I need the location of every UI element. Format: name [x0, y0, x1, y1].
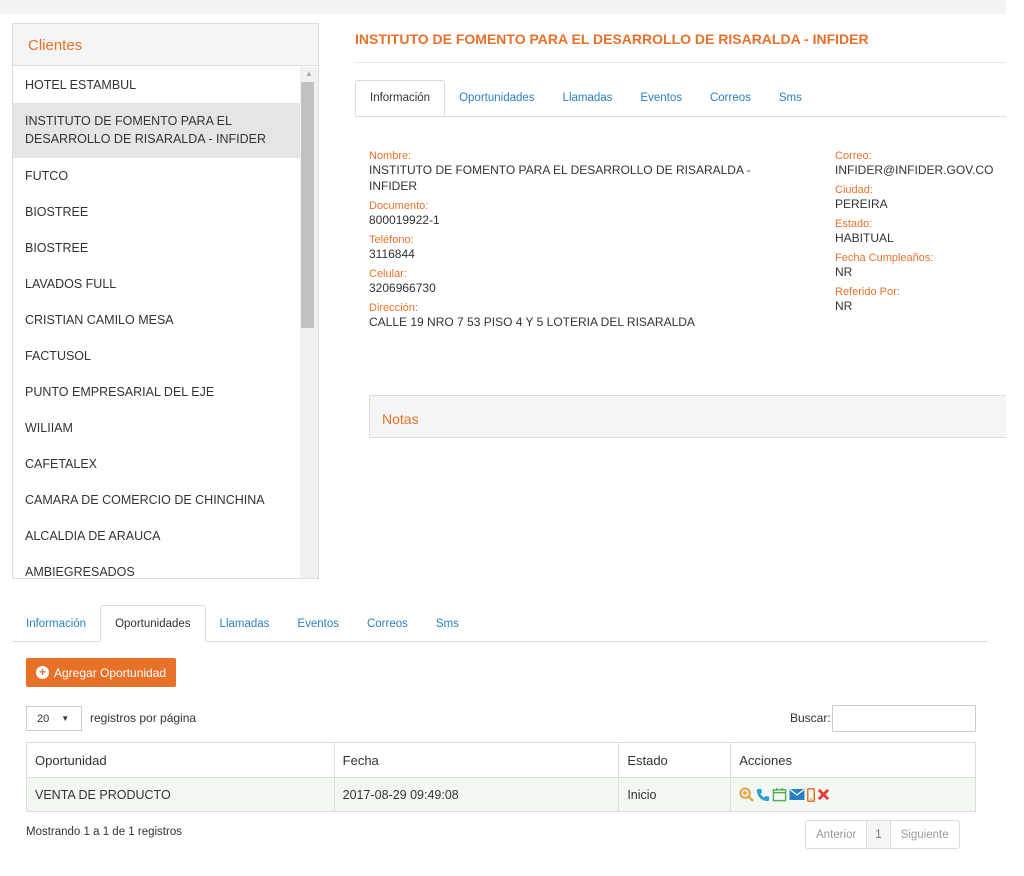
tab-informacion[interactable]: Información	[355, 80, 446, 116]
search-input[interactable]	[832, 705, 976, 732]
ciudad-value: PEREIRA	[835, 197, 888, 211]
telefono-value: 3116844	[369, 247, 415, 261]
estado-cell: Inicio	[618, 777, 732, 812]
client-item[interactable]: AMBIEGRESADOS	[13, 554, 300, 579]
telefono-label: Teléfono:	[369, 234, 414, 246]
nombre-label: Nombre:	[369, 150, 412, 162]
plus-circle-icon: +	[36, 666, 49, 679]
client-item[interactable]: HOTEL ESTAMBUL	[13, 67, 300, 103]
opportunity-tabs: Información Oportunidades Llamadas Event…	[12, 605, 988, 642]
envelope-icon[interactable]	[789, 788, 805, 801]
divider	[355, 62, 1006, 63]
tab-correos[interactable]: Correos	[353, 605, 422, 642]
client-item[interactable]: BIOSTREE	[13, 194, 300, 230]
page-length-value: 20	[37, 712, 50, 725]
tab-informacion[interactable]: Información	[12, 605, 100, 642]
previous-page-button[interactable]: Anterior	[806, 821, 868, 848]
table-row: VENTA DE PRODUCTO 2017-08-29 09:49:08 In…	[26, 777, 976, 812]
opportunities-table: Oportunidad Fecha Estado Acciones VENTA …	[26, 742, 976, 812]
column-header[interactable]: Estado	[618, 742, 732, 778]
client-item[interactable]: FACTUSOL	[13, 338, 300, 374]
tab-oportunidades[interactable]: Oportunidades	[445, 80, 548, 116]
add-opportunity-label: Agregar Oportunidad	[54, 665, 167, 680]
search-label: Buscar:	[790, 711, 831, 725]
table-header-row: Oportunidad Fecha Estado Acciones	[26, 742, 976, 778]
correo-value: INFIDER@INFIDER.GOV.CO	[835, 163, 994, 177]
documento-value: 800019922-1	[369, 213, 440, 227]
tab-sms[interactable]: Sms	[765, 80, 816, 116]
referido-label: Referido Por:	[835, 286, 900, 298]
client-item[interactable]: WILIIAM	[13, 410, 300, 446]
documento-label: Documento:	[369, 200, 429, 212]
column-header[interactable]: Oportunidad	[26, 742, 335, 778]
tab-sms[interactable]: Sms	[422, 605, 473, 642]
column-header[interactable]: Fecha	[333, 742, 620, 778]
scroll-thumb[interactable]	[301, 82, 314, 328]
celular-label: Celular:	[369, 268, 407, 280]
direccion-value: CALLE 19 NRO 7 53 PISO 4 Y 5 LOTERIA DEL…	[369, 315, 695, 329]
estado-value: HABITUAL	[835, 231, 894, 245]
actions-cell	[730, 777, 976, 812]
column-header: Acciones	[730, 742, 976, 778]
ciudad-label: Ciudad:	[835, 184, 873, 196]
fecha-cell: 2017-08-29 09:49:08	[333, 777, 620, 812]
tab-eventos[interactable]: Eventos	[283, 605, 353, 642]
cumple-value: NR	[835, 265, 853, 279]
client-item[interactable]: CAMARA DE COMERCIO DE CHINCHINA	[13, 482, 300, 518]
client-item[interactable]: CAFETALEX	[13, 446, 300, 482]
nombre-value: INSTITUTO DE FOMENTO PARA EL DESARROLLO …	[369, 163, 751, 193]
caret-down-icon: ▼	[61, 714, 70, 723]
detail-tabs: Información Oportunidades Llamadas Event…	[355, 80, 1006, 117]
oportunidad-cell: VENTA DE PRODUCTO	[26, 777, 335, 812]
client-title: INSTITUTO DE FOMENTO PARA EL DESARROLLO …	[355, 31, 869, 47]
celular-value: 3206966730	[369, 281, 436, 295]
tab-oportunidades[interactable]: Oportunidades	[100, 605, 206, 642]
client-list: HOTEL ESTAMBUL INSTITUTO DE FOMENTO PARA…	[13, 67, 300, 579]
client-item-selected[interactable]: INSTITUTO DE FOMENTO PARA EL DESARROLLO …	[13, 103, 300, 158]
phone-icon[interactable]	[756, 788, 770, 802]
current-page-button[interactable]: 1	[867, 821, 891, 848]
tab-eventos[interactable]: Eventos	[626, 80, 696, 116]
referido-value: NR	[835, 299, 853, 313]
clients-header: Clientes	[13, 24, 318, 66]
delete-icon[interactable]	[817, 788, 830, 801]
tab-llamadas[interactable]: Llamadas	[206, 605, 284, 642]
notes-panel[interactable]: Notas	[369, 395, 1006, 438]
top-bar	[0, 0, 1006, 14]
direccion-label: Dirección:	[369, 302, 418, 314]
pagination: Anterior 1 Siguiente	[805, 820, 960, 849]
table-info: Mostrando 1 a 1 de 1 registros	[26, 826, 182, 838]
tab-llamadas[interactable]: Llamadas	[549, 80, 627, 116]
estado-label: Estado:	[835, 218, 873, 230]
cumple-label: Fecha Cumpleaños:	[835, 252, 934, 264]
client-item[interactable]: BIOSTREE	[13, 230, 300, 266]
zoom-in-icon[interactable]	[739, 787, 755, 802]
add-opportunity-button[interactable]: + Agregar Oportunidad	[26, 658, 177, 687]
calendar-icon[interactable]	[772, 787, 787, 802]
scroll-up-icon[interactable]: ▲	[300, 67, 318, 81]
client-item[interactable]: ALCALDIA DE ARAUCA	[13, 518, 300, 554]
mobile-icon[interactable]	[807, 787, 816, 802]
page-length-label: registros por página	[90, 711, 197, 725]
client-item[interactable]: LAVADOS FULL	[13, 266, 300, 302]
client-item[interactable]: PUNTO EMPRESARIAL DEL EJE	[13, 374, 300, 410]
tab-correos[interactable]: Correos	[696, 80, 765, 116]
info-right-column: Correo: INFIDER@INFIDER.GOV.CO Ciudad: P…	[835, 150, 1005, 314]
page-length-select[interactable]: 20 ▼	[26, 706, 82, 731]
client-item[interactable]: CRISTIAN CAMILO MESA	[13, 302, 300, 338]
clients-panel: Clientes HOTEL ESTAMBUL INSTITUTO DE FOM…	[12, 23, 319, 579]
client-item[interactable]: FUTCO	[13, 158, 300, 194]
correo-label: Correo:	[835, 150, 872, 162]
next-page-button[interactable]: Siguiente	[891, 821, 959, 848]
info-left-column: Nombre: INSTITUTO DE FOMENTO PARA EL DES…	[369, 150, 789, 330]
